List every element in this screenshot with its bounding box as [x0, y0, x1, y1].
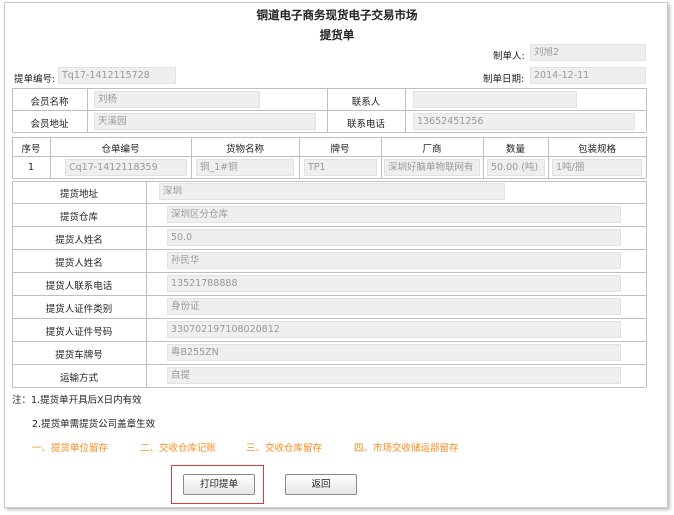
pickup-warehouse-label: 提货仓库 [59, 212, 98, 223]
date-field: 2014-12-11 [530, 67, 646, 84]
member-name-label: 会员名称 [30, 97, 69, 108]
row-package: 1吨/捆 [552, 159, 642, 176]
pickup-plate-label: 提货车牌号 [55, 350, 103, 361]
bill-no-field: Tq17-1412115728 [58, 67, 176, 84]
contact-field [413, 91, 577, 108]
doc-title: 提货单 [319, 28, 355, 42]
row-quantity: 50.00 (吨) [487, 159, 545, 176]
date-label: 制单日期: [483, 74, 525, 85]
pickup-transport-field: 自提 [167, 367, 621, 384]
market-title: 铜道电子商务现货电子交易市场 [256, 8, 418, 22]
pickup-id-type-field: 身份证 [167, 298, 621, 315]
pickup-person-name-field: 50.0 [167, 229, 621, 246]
maker-label: 制单人: [493, 51, 525, 62]
copy-4: 四、市场交收储运部留存 [354, 443, 459, 454]
note-2: 2.提货单需提货公司盖章生效 [32, 419, 156, 430]
contact-label: 联系人 [351, 97, 381, 108]
col-header-index: 序号 [21, 144, 41, 155]
phone-field: 13652451256 [413, 113, 635, 130]
member-address-field: 天溪园 [94, 113, 316, 130]
row-goods-name: 铜_1#铜 [196, 159, 294, 176]
copy-3: 三、交收仓库留存 [246, 443, 323, 454]
col-header-package: 包装规格 [577, 144, 616, 155]
pickup-person-name-label: 提货人姓名 [55, 235, 103, 246]
pickup-phone-label: 提货人联系电话 [45, 281, 113, 292]
pickup-id-type-label: 提货人证件类别 [45, 304, 113, 315]
print-bill-button[interactable]: 打印提单 [183, 474, 255, 495]
pickup-plate-field: 粤B255ZN [167, 344, 621, 361]
pickup-phone-field: 13521788888 [167, 275, 621, 292]
pickup-person-name2-field: 孙民华 [167, 252, 621, 269]
member-address-label: 会员地址 [30, 119, 69, 130]
bill-no-label: 提单编号: [14, 74, 56, 85]
pickup-transport-label: 运输方式 [59, 373, 98, 384]
row-receipt-no: Cq17-1412118359 [65, 159, 187, 176]
pickup-id-no-label: 提货人证件号码 [45, 327, 113, 338]
note-1: 注：1.提货单开具后X日内有效 [12, 395, 142, 406]
row-maker: 深圳好脑单物联网有 [384, 159, 480, 176]
phone-label: 联系电话 [346, 119, 385, 130]
copy-2: 二、交收仓库记账 [140, 443, 217, 454]
col-header-maker: 厂商 [422, 144, 442, 155]
pickup-address-label: 提货地址 [59, 189, 98, 200]
row-brand: TP1 [304, 159, 377, 176]
copy-1: 一、提货单位留存 [32, 443, 109, 454]
pickup-address-field: 深圳 [159, 183, 505, 200]
pickup-person-name2-label: 提货人姓名 [55, 258, 103, 269]
pickup-warehouse-field: 深圳区分仓库 [167, 206, 621, 223]
col-header-quantity: 数量 [505, 144, 525, 155]
col-header-brand: 牌号 [330, 144, 350, 155]
maker-field: 刘旭2 [530, 44, 646, 61]
col-header-receipt-no: 仓单编号 [101, 144, 140, 155]
back-button[interactable]: 返回 [285, 474, 357, 495]
col-header-goods-name: 货物名称 [225, 144, 264, 155]
pickup-id-no-field: 330702197108020812 [167, 321, 621, 338]
row-index: 1 [27, 162, 35, 173]
member-name-field: 刘杨 [94, 91, 260, 108]
